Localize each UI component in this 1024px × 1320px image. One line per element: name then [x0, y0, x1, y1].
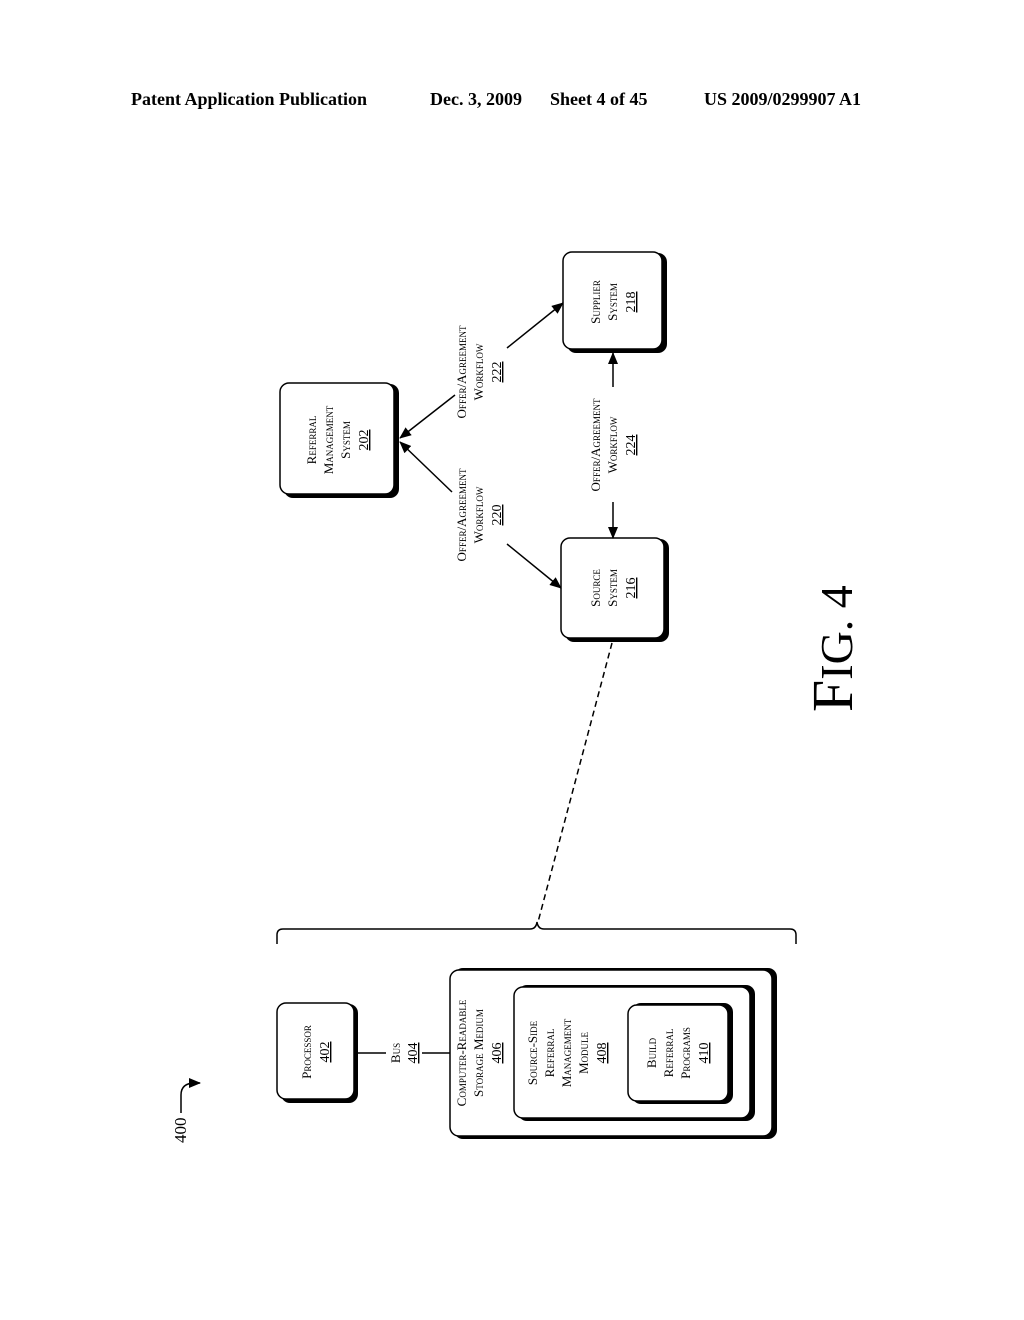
- source-system-node: Source System 216: [560, 537, 669, 642]
- source-label-line1: Source: [588, 569, 603, 607]
- storage-label-line2: Storage Medium: [471, 1009, 486, 1097]
- module-label-line2: Referral: [542, 1029, 557, 1078]
- storage-label-line1: Computer-Readable: [454, 999, 469, 1106]
- processor-number: 402: [318, 1042, 333, 1063]
- source-number: 216: [624, 578, 639, 599]
- bus-number: 404: [406, 1043, 421, 1064]
- referral-number: 202: [357, 430, 372, 451]
- build-label-line1: Build: [644, 1037, 659, 1068]
- arrow-220-to-source: [506, 543, 562, 589]
- reference-400-arrow-icon: [180, 1078, 201, 1113]
- workflow-220-line2: Workflow: [471, 486, 486, 543]
- build-referral-programs-node: Build Referral Programs 410: [627, 1003, 733, 1104]
- supplier-number: 218: [624, 292, 639, 313]
- workflow-224-line2: Workflow: [605, 416, 620, 473]
- arrow-220-to-referral: [399, 441, 453, 493]
- reference-400: 400: [171, 1078, 201, 1144]
- supplier-label-line1: Supplier: [588, 280, 603, 324]
- arrow-222-to-referral: [399, 394, 456, 439]
- reference-400-label: 400: [171, 1118, 190, 1144]
- storage-number: 406: [490, 1043, 505, 1064]
- workflow-222-line1: Offer/Agreement: [454, 325, 469, 418]
- build-label-line2: Referral: [661, 1029, 676, 1078]
- module-label-line4: Module: [576, 1031, 591, 1074]
- build-number: 410: [697, 1043, 712, 1064]
- workflow-224-line1: Offer/Agreement: [588, 398, 603, 491]
- module-number: 408: [595, 1043, 610, 1064]
- source-label-line2: System: [605, 569, 620, 607]
- figure-label-rest: IG. 4: [811, 585, 862, 680]
- figure-4-diagram: Referral Management System 202 Supplier …: [171, 251, 865, 1144]
- arrow-222-to-supplier: [506, 302, 564, 349]
- referral-label-line2: Management: [321, 405, 336, 474]
- grouping-brace: [276, 921, 797, 944]
- workflow-222-line2: Workflow: [471, 343, 486, 400]
- figure-label: FIG. 4: [800, 585, 865, 712]
- bus-label: Bus: [388, 1043, 403, 1063]
- supplier-label-line2: System: [605, 283, 620, 321]
- workflow-224-label: Offer/Agreement Workflow 224: [588, 398, 639, 491]
- build-label-line3: Programs: [678, 1027, 693, 1079]
- workflow-220-number: 220: [490, 505, 505, 526]
- figure-label-f: F: [800, 680, 865, 712]
- workflow-222-label: Offer/Agreement Workflow 222: [454, 325, 505, 418]
- supplier-system-node: Supplier System 218: [562, 251, 667, 353]
- workflow-222-number: 222: [490, 362, 505, 383]
- workflow-224-number: 224: [624, 435, 639, 456]
- processor-label: Processor: [299, 1025, 314, 1079]
- module-label-line3: Management: [559, 1018, 574, 1087]
- workflow-220-line1: Offer/Agreement: [454, 468, 469, 561]
- dashed-connector: [537, 642, 613, 923]
- referral-label-line3: System: [338, 421, 353, 459]
- workflow-220-label: Offer/Agreement Workflow 220: [454, 468, 505, 561]
- processor-node: Processor 402: [276, 1002, 358, 1103]
- referral-management-system-node: Referral Management System 202: [279, 382, 399, 498]
- referral-label-line1: Referral: [304, 416, 319, 465]
- module-label-line1: Source-Side: [525, 1020, 540, 1085]
